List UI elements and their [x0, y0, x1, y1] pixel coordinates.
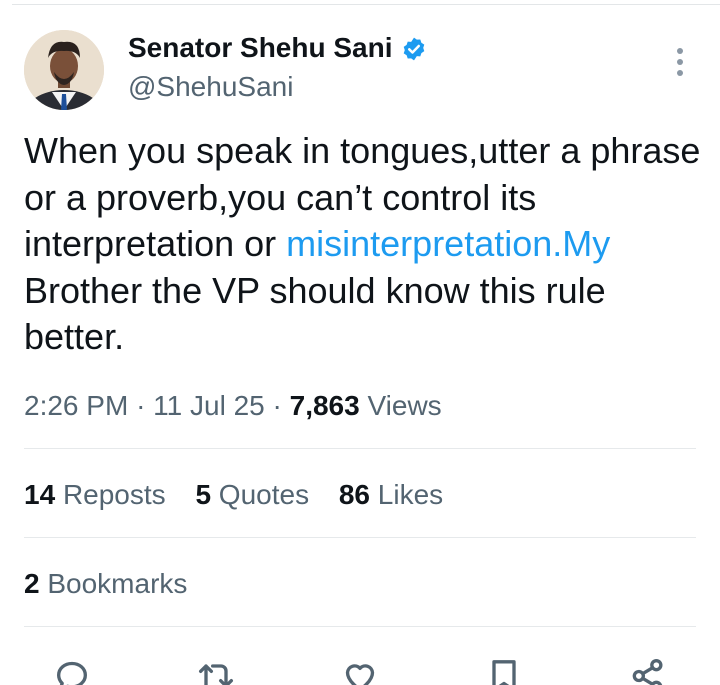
meta-separator: ·: [136, 390, 146, 421]
avatar[interactable]: [24, 30, 104, 110]
author-name-row[interactable]: Senator Shehu Sani: [128, 30, 427, 66]
more-options-icon[interactable]: [664, 44, 696, 80]
tweet-text-part-2: Brother the VP should know this rule bet…: [24, 269, 606, 358]
action-bar: [0, 650, 720, 685]
reposts-label: Reposts: [62, 479, 166, 510]
engagement-stats: 14 Reposts 5 Quotes 86 Likes: [24, 475, 465, 515]
share-icon[interactable]: [628, 656, 668, 685]
tweet-meta: 2:26 PM · 11 Jul 25 · 7,863 Views: [24, 386, 442, 426]
tweet-date[interactable]: 11 Jul 25: [153, 390, 265, 421]
meta-separator: ·: [272, 390, 282, 421]
top-divider: [12, 4, 720, 5]
author-name[interactable]: Senator Shehu Sani: [128, 30, 393, 66]
bookmarks-stat[interactable]: 2 Bookmarks: [24, 564, 187, 604]
retweet-icon[interactable]: [196, 656, 236, 685]
reply-icon[interactable]: [52, 656, 92, 685]
bookmarks-count: 2: [24, 568, 40, 599]
verified-badge-icon: [401, 35, 427, 61]
like-icon[interactable]: [340, 656, 380, 685]
tweet-link[interactable]: misinterpretation.My: [286, 223, 610, 264]
likes-stat[interactable]: 86 Likes: [339, 479, 443, 510]
tweet-time[interactable]: 2:26 PM: [24, 390, 128, 421]
quotes-label: Quotes: [218, 479, 310, 510]
reposts-stat[interactable]: 14 Reposts: [24, 479, 166, 510]
more-dot: [677, 70, 683, 76]
quotes-stat[interactable]: 5 Quotes: [195, 479, 309, 510]
quotes-count: 5: [195, 479, 212, 510]
divider: [24, 626, 696, 627]
bookmark-icon[interactable]: [484, 656, 524, 685]
more-dot: [677, 48, 683, 54]
avatar-image: [24, 30, 104, 110]
divider: [24, 537, 696, 538]
views-label: Views: [367, 390, 442, 421]
tweet-text: When you speak in tongues,utter a phrase…: [24, 128, 704, 361]
author-handle[interactable]: @ShehuSani: [128, 70, 293, 104]
likes-label: Likes: [377, 479, 444, 510]
views-count: 7,863: [289, 390, 360, 421]
divider: [24, 448, 696, 449]
bookmarks-label: Bookmarks: [47, 568, 188, 599]
more-dot: [677, 59, 683, 65]
reposts-count: 14: [24, 479, 56, 510]
likes-count: 86: [338, 479, 371, 510]
